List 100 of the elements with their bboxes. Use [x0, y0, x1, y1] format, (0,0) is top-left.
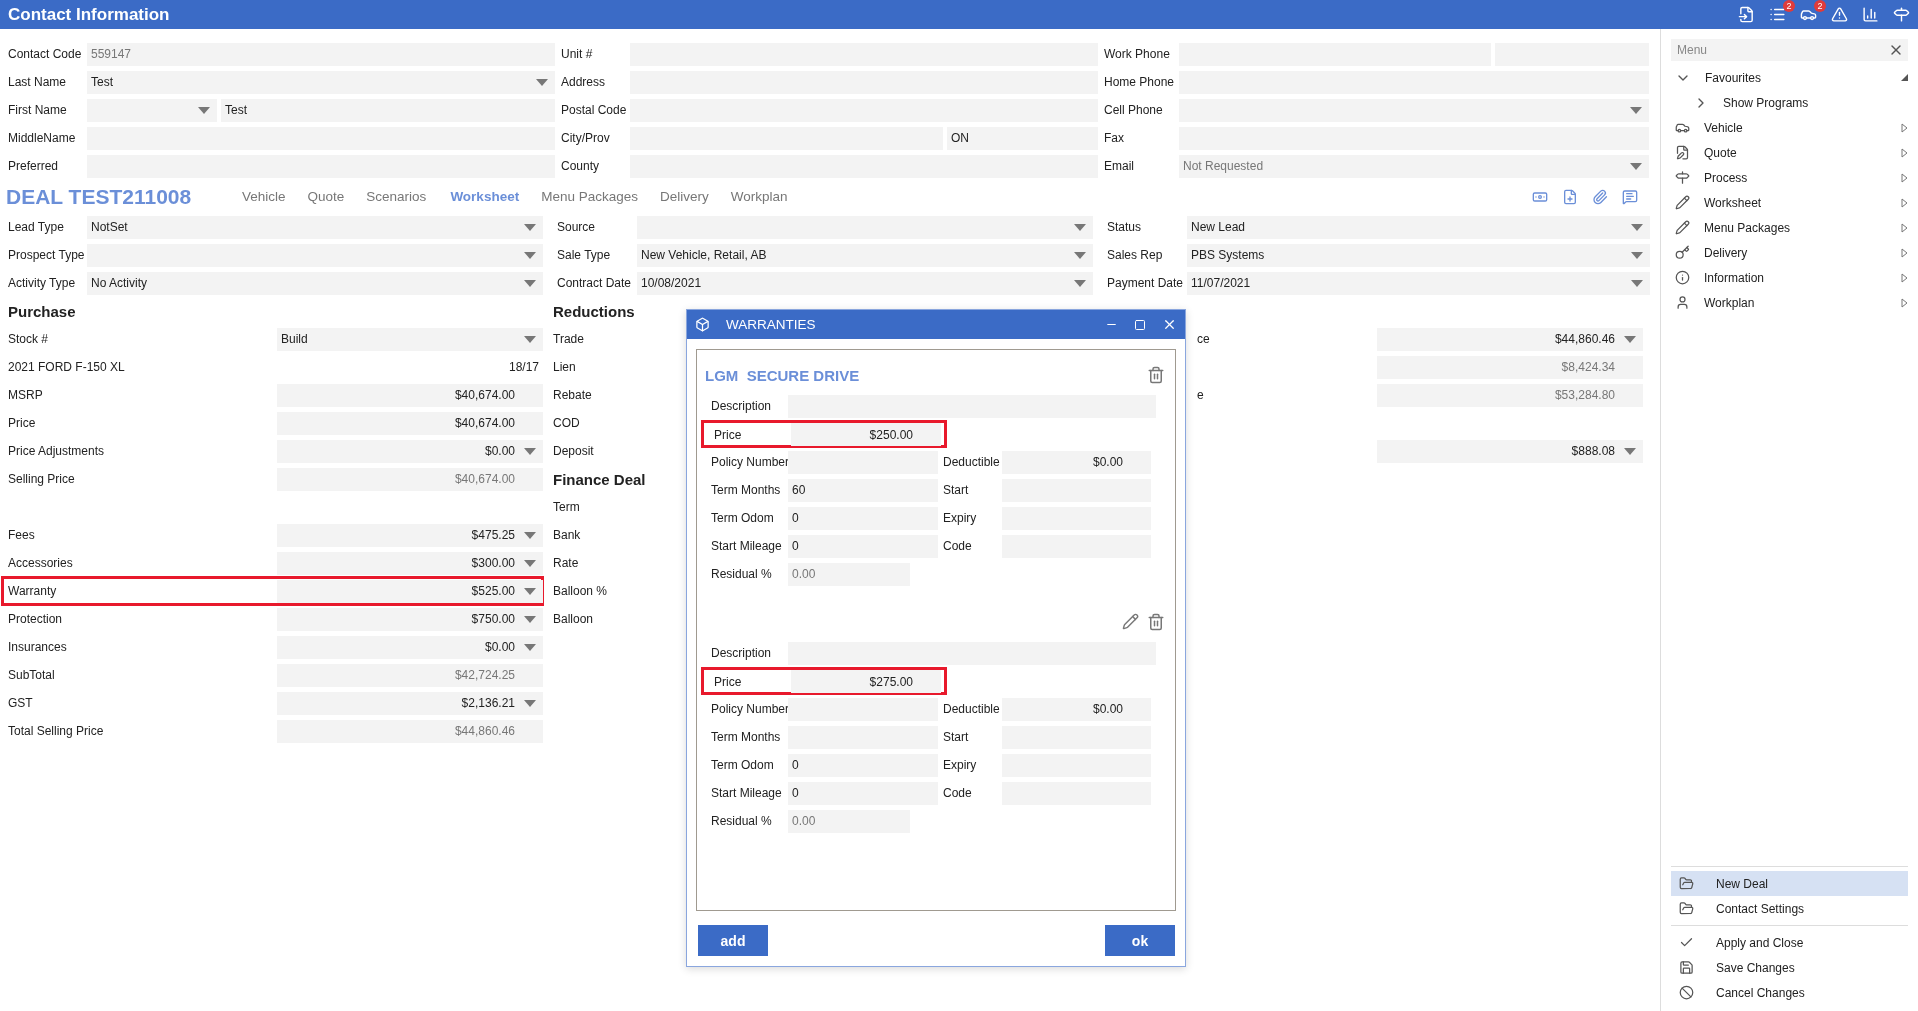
input-field[interactable]: $275.00 [791, 670, 941, 693]
warning-icon[interactable] [1831, 6, 1848, 23]
document-icon[interactable] [1738, 6, 1755, 23]
caret-icon [1631, 251, 1643, 259]
file-add-icon[interactable] [1562, 188, 1578, 205]
input-field[interactable]: 0 [788, 534, 938, 558]
input-field[interactable]: $42,724.25 [277, 663, 543, 687]
menu-item[interactable]: Apply and Close [1671, 930, 1908, 955]
field-label: Term Odom [711, 511, 775, 525]
maximize-icon[interactable] [1134, 318, 1146, 331]
menu-item[interactable]: Process [1671, 165, 1908, 190]
field-label: First Name [8, 103, 68, 117]
field-label: Preferred [8, 159, 60, 173]
input-field[interactable]: $250.00 [791, 423, 941, 446]
section-heading: Reductions [553, 302, 635, 320]
count-badge: 2 [1783, 0, 1795, 12]
add-button[interactable]: add [698, 925, 768, 956]
section-heading: Purchase [8, 302, 76, 320]
ok-button[interactable]: ok [1105, 925, 1175, 956]
menu-item[interactable]: Delivery [1671, 240, 1908, 265]
input-field[interactable]: 0 [788, 506, 938, 530]
dropdown[interactable]: No Activity [87, 271, 543, 295]
input-field[interactable]: $0.00 [1002, 697, 1151, 721]
dropdown[interactable]: Not Requested [1179, 154, 1649, 178]
input-field[interactable]: 0 [788, 781, 938, 805]
trash-icon[interactable] [1147, 366, 1165, 384]
dropdown[interactable]: $0.00 [277, 635, 543, 659]
input-field[interactable]: $40,674.00 [277, 467, 543, 491]
dropdown[interactable]: $300.00 [277, 551, 543, 575]
tab[interactable]: Menu Packages [541, 189, 638, 204]
menu-item[interactable]: Menu Packages [1671, 215, 1908, 240]
dropdown[interactable] [87, 98, 217, 122]
tab[interactable]: Vehicle [242, 189, 286, 204]
input-field[interactable]: $8,424.34 [1377, 355, 1643, 379]
dropdown[interactable]: $525.00 [277, 579, 543, 603]
field-label: ce [1196, 332, 1211, 346]
menu-item[interactable]: Favourites [1671, 65, 1908, 90]
input-field[interactable]: $44,860.46 [277, 719, 543, 743]
submenu-arrow-icon [1901, 222, 1908, 233]
pencil-icon[interactable] [1122, 613, 1139, 631]
dropdown[interactable]: 10/08/2021 [637, 271, 1093, 295]
tab[interactable]: Delivery [659, 189, 709, 204]
dropdown[interactable]: NotSet [87, 215, 543, 239]
menu-item[interactable]: Save Changes [1671, 955, 1908, 980]
list-icon[interactable] [1769, 6, 1786, 23]
signpost-icon[interactable] [1893, 6, 1910, 23]
dropdown[interactable]: $475.25 [277, 523, 543, 547]
input-field[interactable]: 0 [788, 753, 938, 777]
input-field[interactable]: $0.00 [1002, 450, 1151, 474]
dropdown[interactable]: New Vehicle, Retail, AB [637, 243, 1093, 267]
cancel-icon [1679, 985, 1694, 1000]
field-label: MiddleName [8, 131, 77, 145]
comment-icon[interactable] [1622, 188, 1638, 205]
input-field[interactable]: 0.00 [788, 809, 910, 833]
caret-icon [1630, 162, 1642, 170]
input-field[interactable]: $40,674.00 [277, 383, 543, 407]
dropdown[interactable]: $0.00 [277, 439, 543, 463]
tab[interactable]: Quote [307, 189, 345, 204]
menu-item[interactable]: Contact Settings [1671, 896, 1908, 921]
dropdown[interactable]: $750.00 [277, 607, 543, 631]
menu-item[interactable]: Worksheet [1671, 190, 1908, 215]
menu-item[interactable]: Workplan [1671, 290, 1908, 315]
input-field[interactable]: 559147 [87, 42, 555, 66]
submenu-arrow-icon [1901, 122, 1908, 133]
dropdown[interactable]: 11/07/2021 [1187, 271, 1650, 295]
tab[interactable]: Workplan [730, 189, 788, 204]
input-field[interactable]: Test [221, 98, 555, 122]
caret-icon [524, 251, 536, 259]
dropdown[interactable]: $888.08 [1377, 439, 1643, 463]
dropdown[interactable]: New Lead [1187, 215, 1650, 239]
dropdown[interactable]: PBS Systems [1187, 243, 1650, 267]
menu-item[interactable]: Show Programs [1671, 90, 1908, 115]
trash-icon[interactable] [1147, 613, 1165, 631]
paperclip-icon[interactable] [1592, 188, 1608, 205]
field-label: Bank [553, 527, 581, 544]
input-field[interactable]: 60 [788, 478, 938, 502]
caret-icon [1074, 251, 1086, 259]
dropdown[interactable]: Build [277, 327, 543, 351]
dropdown[interactable]: $44,860.46 [1377, 327, 1643, 351]
caret-icon [524, 223, 536, 231]
close-icon[interactable] [1162, 317, 1177, 332]
dropdown[interactable] [637, 215, 1093, 239]
dropdown[interactable]: $2,136.21 [277, 691, 543, 715]
dropdown[interactable] [87, 243, 543, 267]
tab[interactable]: Scenarios [366, 189, 427, 204]
menu-item[interactable]: Cancel Changes [1671, 980, 1908, 1005]
dropdown[interactable]: Test [87, 70, 555, 94]
input-field[interactable]: $53,284.80 [1377, 383, 1643, 407]
bar-chart-icon[interactable] [1862, 6, 1879, 23]
field-label: Price [714, 674, 743, 689]
menu-item[interactable]: New Deal [1671, 871, 1908, 896]
input-field[interactable]: ON [947, 126, 1098, 150]
menu-item[interactable]: Quote [1671, 140, 1908, 165]
input-field[interactable]: $40,674.00 [277, 411, 543, 435]
input-field[interactable]: 0.00 [788, 562, 910, 586]
menu-item[interactable]: Vehicle [1671, 115, 1908, 140]
field-label: Insurances [8, 640, 68, 654]
dropdown[interactable] [1179, 98, 1649, 122]
menu-item[interactable]: Information [1671, 265, 1908, 290]
info-icon [1675, 270, 1690, 285]
